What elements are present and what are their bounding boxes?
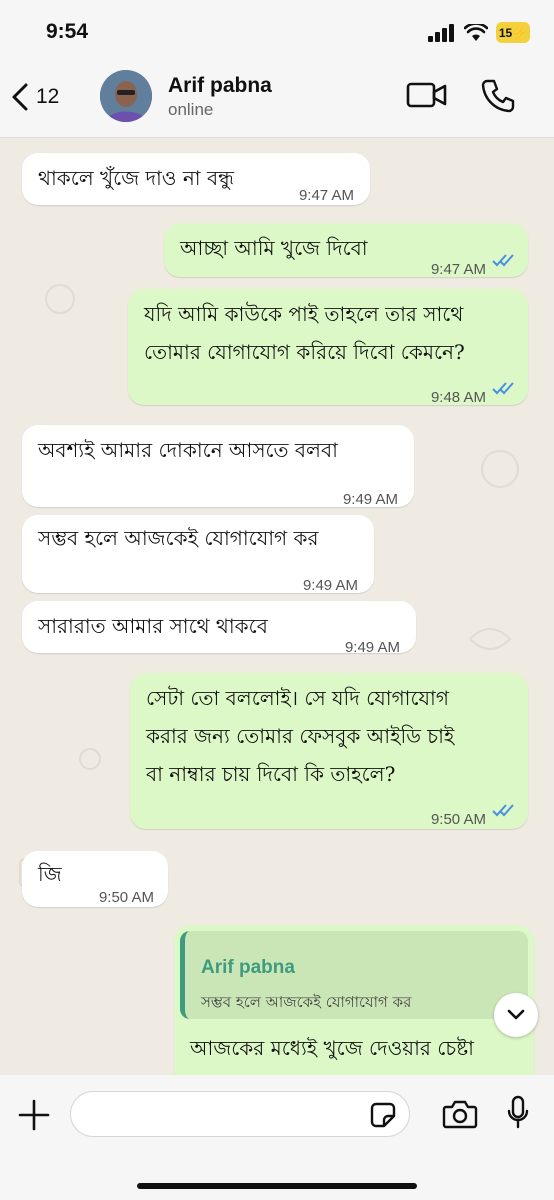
message-input[interactable] (70, 1091, 410, 1137)
message-outgoing[interactable]: আচ্ছা আমি খুজে দিবো 9:47 AM (164, 223, 528, 278)
message-time: 9:50 AM (430, 811, 486, 828)
status-bar: 9:54 15 ⚡ (0, 0, 554, 64)
message-text: আজকের মধ্যেই খুজে দেওয়ার চেষ্টা (190, 1036, 474, 1060)
quoted-text: সম্ভব হলে আজকেই যোগাযোগ কর (201, 993, 412, 1011)
message-incoming[interactable]: জি 9:50 AM (22, 851, 168, 907)
quoted-message[interactable]: Arif pabna সম্ভব হলে আজকেই যোগাযোগ কর (180, 931, 528, 1019)
message-list[interactable]: থাকলে খুঁজে দাও না বন্ধু 9:47 AM আচ্ছা আ… (0, 139, 554, 1075)
home-indicator (137, 1183, 417, 1189)
camera-icon[interactable] (442, 1099, 478, 1129)
message-time: 9:50 AM (98, 889, 154, 906)
back-button[interactable]: 12 (10, 82, 59, 112)
message-outgoing[interactable]: যদি আমি কাউকে পাই তাহলে তার সাথে তোমার য… (128, 289, 528, 406)
message-time: 9:49 AM (344, 639, 400, 656)
scroll-to-bottom-button[interactable] (494, 993, 538, 1037)
message-time: 9:47 AM (298, 187, 354, 204)
quoted-author: Arif pabna (201, 957, 295, 978)
composer-bar (0, 1075, 554, 1200)
battery-level: 15 (498, 25, 513, 40)
chevron-left-icon (12, 83, 28, 111)
message-text: সারারাত আমার সাথে থাকবে (38, 614, 268, 638)
avatar-photo (100, 70, 152, 122)
message-time: 9:49 AM (342, 491, 398, 508)
status-time: 9:54 (46, 20, 89, 43)
read-receipt-icon (492, 254, 514, 267)
video-call-icon[interactable] (406, 80, 448, 110)
message-text: আচ্ছা আমি খুজে দিবো (180, 236, 368, 260)
message-incoming[interactable]: থাকলে খুঁজে দাও না বন্ধু 9:47 AM (22, 153, 370, 205)
battery-indicator: 15 ⚡ (496, 22, 530, 43)
message-text: থাকলে খুঁজে দাও না বন্ধু (38, 166, 234, 190)
status-icons: 15 ⚡ (428, 22, 530, 43)
unread-count: 12 (36, 85, 60, 108)
message-text-line: বা নাম্বার চায় দিবো কি তাহলে? (146, 762, 396, 786)
message-text-line: সেটা তো বললোই। সে যদি যোগাযোগ (146, 686, 449, 710)
read-receipt-icon (492, 382, 514, 395)
chat-header: 12 Arif pabna online (0, 64, 554, 138)
charging-bolt-icon: ⚡ (512, 25, 528, 40)
contact-status: online (168, 100, 214, 119)
contact-name[interactable]: Arif pabna (168, 74, 272, 98)
message-time: 9:48 AM (430, 389, 486, 406)
phone-call-icon[interactable] (480, 78, 516, 114)
message-incoming[interactable]: সম্ভব হলে আজকেই যোগাযোগ কর 9:49 AM (22, 515, 374, 594)
message-time: 9:49 AM (302, 577, 358, 594)
message-text-line: যদি আমি কাউকে পাই তাহলে তার সাথে (144, 302, 464, 326)
sticker-icon[interactable] (369, 1101, 397, 1129)
message-text-line: তোমার যোগাযোগ করিয়ে দিবো কেমনে? (144, 340, 465, 364)
message-outgoing[interactable]: সেটা তো বললোই। সে যদি যোগাযোগ করার জন্য … (130, 673, 528, 829)
message-text: অবশ্যই আমার দোকানে আসতে বলবা (38, 438, 338, 462)
message-text: জি (38, 862, 62, 886)
message-outgoing-reply[interactable]: Arif pabna সম্ভব হলে আজকেই যোগাযোগ কর আজ… (174, 925, 534, 1075)
message-text-line: করার জন্য তোমার ফেসবুক আইডি চাই (146, 724, 455, 748)
message-incoming[interactable]: অবশ্যই আমার দোকানে আসতে বলবা 9:49 AM (22, 425, 414, 508)
wifi-icon (464, 23, 488, 41)
message-text: সম্ভব হলে আজকেই যোগাযোগ কর (38, 526, 319, 550)
signal-icon (428, 23, 454, 42)
message-time: 9:47 AM (430, 261, 486, 278)
read-receipt-icon (492, 804, 514, 817)
avatar[interactable] (100, 70, 152, 122)
chevron-down-icon (507, 1009, 525, 1020)
message-incoming[interactable]: সারারাত আমার সাথে থাকবে 9:49 AM (22, 601, 416, 656)
plus-icon[interactable] (16, 1097, 52, 1133)
microphone-icon[interactable] (506, 1095, 530, 1131)
